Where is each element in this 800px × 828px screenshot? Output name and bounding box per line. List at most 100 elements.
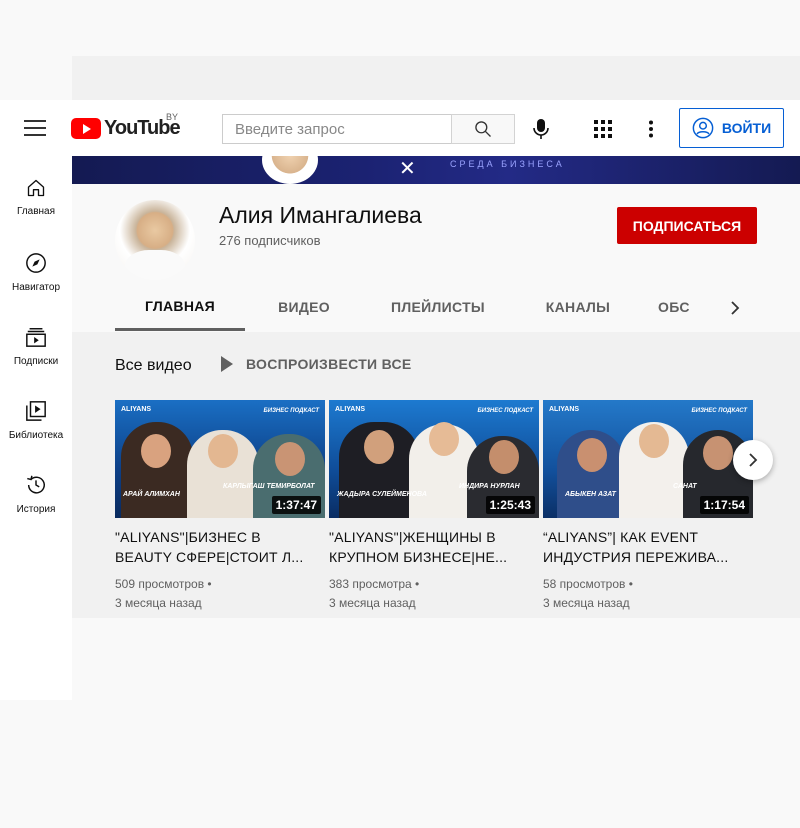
video-title-line: КРУПНОМ БИЗНЕСЕ|НЕ... [329,549,508,565]
sidebar-item-label: Библиотека [8,430,64,441]
thumbnail-face [577,438,607,472]
top-band [72,56,800,100]
video-metadata: 383 просмотра • 3 месяца назад [329,575,539,613]
channel-name: Алия Имангалиева [219,202,422,228]
video-title-line: "ALIYANS"|БИЗНЕС В [115,529,261,545]
thumbnail-guest-name: АБЫКЕН АЗАТ [565,491,616,498]
youtube-logo[interactable]: YouTube BY [71,112,181,140]
channel-tabs: ГЛАВНАЯ ВИДЕО ПЛЕЙЛИСТЫ КАНАЛЫ ОБС [115,284,755,332]
sidebar-item-label: Навигатор [11,282,61,293]
voice-search-button[interactable] [528,115,554,143]
video-thumbnail[interactable]: ALIYANS БИЗНЕС ПОДКАСТ АБЫКЕН АЗАТ САНАТ… [543,400,753,518]
subscriptions-icon [26,328,46,347]
sidebar-item-label: Главная [16,206,56,217]
channel-header: Алия Имангалиева 276 подписчиков ПОДПИСА… [72,184,800,332]
upload-age: 3 месяца назад [115,596,202,610]
video-thumbnail[interactable]: ALIYANS БИЗНЕС ПОДКАСТ АРАЙ АЛИМХАН КАРЛ… [115,400,325,518]
video-title-line: BEAUTY СФЕРЕ|СТОИТ Л... [115,549,304,565]
video-duration: 1:17:54 [699,496,749,514]
search-input[interactable]: Введите запрос [222,114,451,144]
channel-banner: ✕ СРЕДА БИЗНЕСА [72,156,800,184]
microphone-icon [533,119,549,139]
channel-avatar[interactable] [115,200,195,280]
shelf-title[interactable]: Все видео [115,357,192,375]
thumbnail-guest-name: КАРЛЫГАШ ТЕМИРБОЛАТ [223,483,315,490]
masthead: YouTube BY Введите запрос ВОЙТИ [0,100,800,156]
thumbnail-tag: БИЗНЕС ПОДКАСТ [263,408,319,414]
shelf-next-button[interactable] [733,440,773,480]
video-metadata: 58 просмотров • 3 месяца назад [543,575,753,613]
sidebar-item-library[interactable]: Библиотека [0,378,72,452]
sign-in-button[interactable]: ВОЙТИ [679,108,784,148]
search-icon [475,121,491,137]
settings-more-button[interactable] [639,117,663,141]
tab-about[interactable]: ОБС [643,284,703,330]
video-title-line: "ALIYANS"|ЖЕНЩИНЫ В [329,529,496,545]
tabs-scroll-right-button[interactable] [723,296,747,320]
subscribe-button[interactable]: ПОДПИСАТЬСЯ [617,207,757,244]
video-title[interactable]: "ALIYANS"|ЖЕНЩИНЫ В КРУПНОМ БИЗНЕСЕ|НЕ..… [329,527,539,567]
tab-channels[interactable]: КАНАЛЫ [513,284,643,330]
thumbnail-brand: ALIYANS [549,406,580,413]
thumbnail-guest-name: САНАТ [673,483,697,490]
video-title[interactable]: “ALIYANS”| КАК EVENT ИНДУСТРИЯ ПЕРЕЖИВА.… [543,527,753,567]
region-code: BY [166,112,179,122]
thumbnail-tag: БИЗНЕС ПОДКАСТ [691,408,747,414]
sidebar-item-home[interactable]: Главная [0,156,72,230]
chevron-right-icon [749,453,758,467]
video-card[interactable]: ALIYANS БИЗНЕС ПОДКАСТ АРАЙ АЛИМХАН КАРЛ… [115,400,325,613]
tab-home[interactable]: ГЛАВНАЯ [115,284,245,331]
thumbnail-face [703,436,733,470]
sidebar-item-label: История [16,504,56,515]
play-all-button[interactable]: ВОСПРОИЗВЕСТИ ВСЕ [220,356,412,372]
sidebar-item-explore[interactable]: Навигатор [0,230,72,304]
video-title-line: “ALIYANS”| КАК EVENT [543,529,699,545]
thumbnail-face [429,422,459,456]
thumbnail-tag: БИЗНЕС ПОДКАСТ [477,408,533,414]
upload-age: 3 месяца назад [543,596,630,610]
search-button[interactable] [451,114,515,144]
thumbnail-guest-name: ИНДИРА НУРЛАН [459,483,520,490]
video-title-line: ИНДУСТРИЯ ПЕРЕЖИВА... [543,549,729,565]
videos-shelf: Все видео ВОСПРОИЗВЕСТИ ВСЕ ALIYANS БИЗН… [72,332,800,618]
thumbnail-guest-name: АРАЙ АЛИМХАН [123,491,180,498]
compass-icon [26,253,46,273]
sidebar-item-label: Подписки [13,356,59,367]
thumbnail-brand: ALIYANS [121,406,152,413]
sidebar-item-history[interactable]: История [0,452,72,526]
sign-in-label: ВОЙТИ [721,120,772,136]
chevron-right-icon [731,301,740,315]
video-title[interactable]: "ALIYANS"|БИЗНЕС В BEAUTY СФЕРЕ|СТОИТ Л.… [115,527,325,567]
view-count: 509 просмотров [115,577,205,591]
sidebar-item-subscriptions[interactable]: Подписки [0,304,72,378]
thumbnail-face [208,434,238,468]
thumbnail-face [364,430,394,464]
banner-portrait [262,156,318,184]
video-card[interactable]: ALIYANS БИЗНЕС ПОДКАСТ ЖАДЫРА СУЛЕЙМЕНОВ… [329,400,539,613]
apps-button[interactable] [591,117,615,141]
banner-tagline: СРЕДА БИЗНЕСА [450,159,565,169]
video-thumbnail[interactable]: ALIYANS БИЗНЕС ПОДКАСТ ЖАДЫРА СУЛЕЙМЕНОВ… [329,400,539,518]
thumbnail-face [141,434,171,468]
play-all-label: ВОСПРОИЗВЕСТИ ВСЕ [246,356,412,372]
thumbnail-guest-name: ЖАДЫРА СУЛЕЙМЕНОВА [337,491,427,498]
youtube-play-icon [71,117,101,139]
video-metadata: 509 просмотров • 3 месяца назад [115,575,325,613]
subscriber-count: 276 подписчиков [219,233,321,248]
view-count: 383 просмотра [329,577,412,591]
video-card[interactable]: ALIYANS БИЗНЕС ПОДКАСТ АБЫКЕН АЗАТ САНАТ… [543,400,753,613]
tab-videos[interactable]: ВИДЕО [245,284,363,330]
page-bottom [72,618,800,828]
thumbnail-face [639,424,669,458]
video-duration: 1:37:47 [271,496,321,514]
guide-sidebar: Главная Навигатор Подписки Библиотека Ис… [0,156,72,700]
thumbnail-brand: ALIYANS [335,406,366,413]
menu-icon[interactable] [24,120,46,136]
library-icon [26,401,46,421]
tab-playlists[interactable]: ПЛЕЙЛИСТЫ [363,284,513,330]
banner-logo-icon: ✕ [399,158,416,180]
more-vertical-icon [649,120,653,138]
account-icon [692,117,714,139]
thumbnail-face [275,442,305,476]
home-icon [27,179,45,197]
